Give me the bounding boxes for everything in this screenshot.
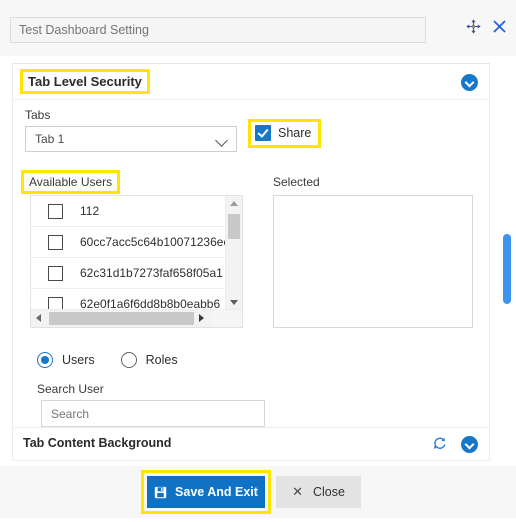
principal-type-radio-group: Users Roles	[37, 352, 178, 368]
move-icon[interactable]	[465, 18, 482, 35]
settings-panel: Tab Level Security Tabs Tab 1 Share Avai…	[12, 63, 490, 461]
refresh-icon[interactable]	[432, 436, 447, 451]
share-checkbox[interactable]	[255, 125, 271, 141]
list-item[interactable]: 112	[31, 196, 227, 227]
save-and-exit-button[interactable]: Save And Exit	[147, 476, 265, 508]
tabs-select-value: Tab 1	[35, 132, 65, 146]
available-users-vertical-scrollbar[interactable]	[225, 196, 242, 310]
dialog-titlebar	[0, 0, 516, 56]
triangle-left-icon	[36, 314, 41, 322]
triangle-up-icon	[230, 201, 238, 206]
vertical-scroll-thumb[interactable]	[228, 214, 240, 239]
tabs-label: Tabs	[25, 108, 51, 122]
radio-roles-label: Roles	[145, 353, 178, 367]
dashboard-setting-dialog: Tab Level Security Tabs Tab 1 Share Avai…	[0, 0, 516, 518]
list-item-label: 112	[80, 204, 100, 218]
available-users-list: 112 60cc7acc5c64b10071236ec 62c31d1b7273fa…	[30, 195, 243, 328]
scroll-down-button[interactable]	[226, 295, 242, 310]
dialog-body: Tab Level Security Tabs Tab 1 Share Avai…	[0, 56, 516, 466]
share-checkbox-group[interactable]: Share	[247, 119, 322, 148]
close-x-icon: ✕	[292, 484, 303, 499]
scrollbar-corner	[210, 310, 242, 327]
user-checkbox[interactable]	[48, 203, 63, 219]
tab-level-security-title: Tab Level Security	[20, 69, 150, 94]
scroll-left-button[interactable]	[31, 310, 47, 327]
search-user-label: Search User	[37, 382, 104, 396]
list-item[interactable]: 62c31d1b7273faf658f05a1	[31, 258, 227, 289]
triangle-right-icon	[199, 314, 204, 322]
selected-label: Selected	[273, 175, 320, 189]
radio-roles[interactable]: Roles	[120, 352, 178, 368]
available-users-label: Available Users	[20, 170, 121, 194]
horizontal-scroll-thumb[interactable]	[49, 312, 194, 325]
chevron-down-icon[interactable]	[461, 436, 478, 453]
close-button[interactable]: ✕ Close	[276, 476, 361, 508]
radio-users-input[interactable]	[37, 352, 53, 368]
available-users-rows[interactable]: 112 60cc7acc5c64b10071236ec 62c31d1b7273fa…	[31, 196, 227, 310]
chevron-down-icon	[215, 134, 228, 147]
search-user-input[interactable]	[41, 400, 265, 427]
share-label: Share	[278, 126, 312, 140]
dialog-footer: Save And Exit ✕ Close	[0, 466, 516, 518]
list-item-label: 60cc7acc5c64b10071236ec	[80, 235, 227, 249]
user-checkbox[interactable]	[48, 234, 63, 250]
scroll-up-button[interactable]	[226, 196, 242, 211]
tabs-select[interactable]: Tab 1	[25, 126, 237, 152]
triangle-down-icon	[230, 300, 238, 305]
list-item[interactable]: 62e0f1a6f6dd8b8b0eabb6	[31, 289, 227, 310]
dashboard-title-input[interactable]	[10, 17, 426, 43]
dialog-scroll-thumb[interactable]	[503, 234, 511, 304]
radio-users[interactable]: Users	[37, 352, 95, 368]
tab-content-background-title: Tab Content Background	[23, 436, 172, 450]
list-item[interactable]: 60cc7acc5c64b10071236ec	[31, 227, 227, 258]
radio-users-label: Users	[62, 353, 95, 367]
scroll-right-button[interactable]	[194, 310, 210, 327]
close-icon[interactable]	[491, 18, 508, 35]
available-users-horizontal-scrollbar[interactable]	[31, 309, 242, 327]
selected-users-list[interactable]	[273, 195, 473, 328]
save-disk-icon	[154, 486, 167, 498]
user-checkbox[interactable]	[48, 296, 63, 310]
radio-roles-input[interactable]	[120, 352, 137, 368]
save-and-exit-label: Save And Exit	[175, 485, 258, 499]
tab-level-security-header[interactable]: Tab Level Security	[13, 64, 489, 100]
user-checkbox[interactable]	[48, 265, 63, 281]
chevron-down-icon[interactable]	[461, 74, 478, 91]
dialog-scrollbar[interactable]	[500, 112, 514, 522]
list-item-label: 62c31d1b7273faf658f05a1	[80, 266, 223, 280]
tab-content-background-header[interactable]: Tab Content Background	[13, 427, 489, 460]
close-label: Close	[312, 485, 345, 499]
window-controls	[465, 18, 508, 35]
